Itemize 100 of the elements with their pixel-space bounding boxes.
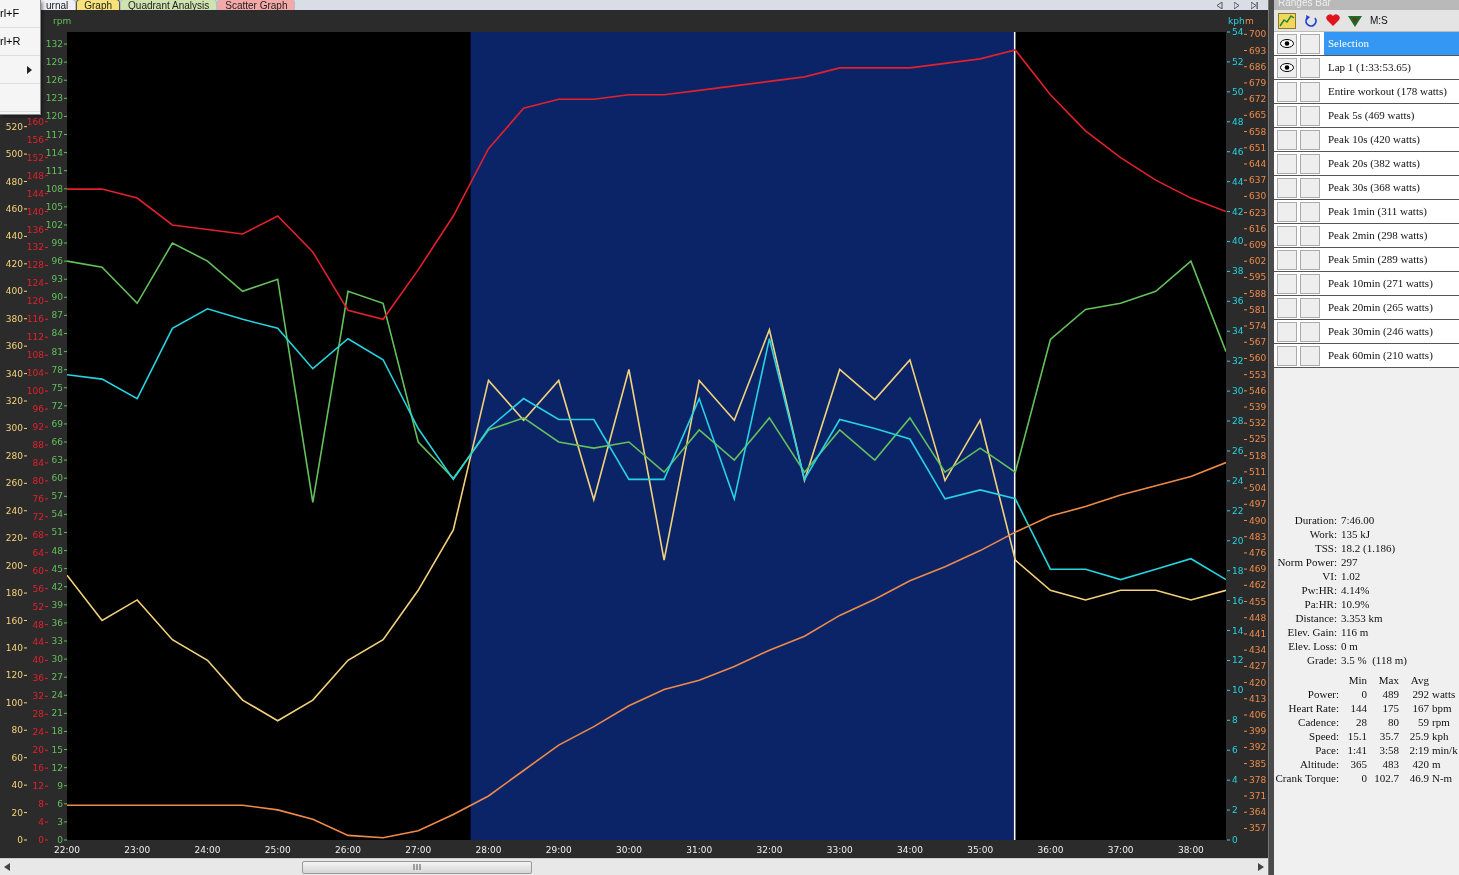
checkbox[interactable] — [1300, 321, 1320, 342]
axis-label: 378 — [1249, 774, 1267, 785]
checkbox[interactable] — [1300, 33, 1320, 54]
axis-label: 434 — [1249, 645, 1267, 656]
axis-label: 455 — [1249, 596, 1267, 607]
axis-label: 497 — [1249, 499, 1267, 510]
visibility-checkbox[interactable] — [1277, 129, 1297, 150]
stat-label: Elev. Loss: — [1287, 639, 1337, 653]
axis-label: 108 — [45, 183, 63, 194]
axis-label: 96 — [32, 404, 44, 415]
axis-label: 420 — [5, 258, 23, 269]
visibility-checkbox[interactable] — [1277, 273, 1297, 294]
checkbox[interactable] — [1300, 129, 1320, 150]
axis-label: 364 — [1249, 807, 1267, 818]
menu-item[interactable]: rl+F — [0, 0, 40, 28]
axis-label: 6 — [57, 798, 63, 809]
axis-label: 8 — [38, 799, 44, 810]
axis-label: 574 — [1249, 321, 1267, 332]
table-cell-text: 102.7 — [1373, 771, 1399, 785]
checkbox[interactable] — [1300, 249, 1320, 270]
axis-label: 672 — [1249, 94, 1267, 105]
menu-item[interactable]: rl+R — [0, 28, 40, 56]
visibility-checkbox[interactable] — [1277, 33, 1297, 54]
visibility-checkbox[interactable] — [1277, 201, 1297, 222]
checkbox[interactable] — [1300, 297, 1320, 318]
checkbox[interactable] — [1300, 345, 1320, 366]
chart-icon[interactable] — [1278, 12, 1296, 29]
axis-label: 42 — [1232, 206, 1244, 217]
checkbox[interactable] — [1300, 153, 1320, 174]
checkbox[interactable] — [1300, 225, 1320, 246]
triangle-icon[interactable] — [1348, 14, 1362, 27]
axis-label: 693 — [1249, 45, 1267, 56]
axis-label: 23:00 — [124, 845, 151, 855]
axis-label: 18 — [1232, 565, 1244, 576]
axis-label: 34:00 — [896, 845, 923, 855]
axis-label: 360 — [5, 341, 23, 352]
axis-label: 567 — [1249, 337, 1267, 348]
axis-label: 539 — [1249, 402, 1267, 413]
axis-label: 111 — [45, 165, 63, 176]
checkbox[interactable] — [1300, 177, 1320, 198]
visibility-checkbox[interactable] — [1277, 153, 1297, 174]
checkbox[interactable] — [1300, 273, 1320, 294]
scroll-right-icon[interactable] — [1258, 863, 1264, 871]
axis-label: 60 — [11, 752, 23, 763]
axis-label: 581 — [1249, 304, 1267, 315]
stat-value: 297 — [1341, 555, 1359, 569]
prev-icon[interactable] — [1217, 1, 1224, 9]
tab[interactable]: urnal — [38, 0, 77, 10]
axis-label: 32 — [1232, 356, 1244, 367]
tab[interactable]: Quadrant Analysis — [120, 0, 218, 10]
axis-label: 546 — [1249, 385, 1267, 396]
axis-label: 651 — [1249, 142, 1267, 153]
visibility-checkbox[interactable] — [1277, 81, 1297, 102]
horizontal-scrollbar[interactable] — [0, 858, 1268, 875]
eye-icon — [1280, 39, 1294, 48]
axis-label: 406 — [1249, 710, 1267, 720]
axis-label: 413 — [1249, 693, 1267, 704]
visibility-checkbox[interactable] — [1277, 321, 1297, 342]
axis-label: 616 — [1249, 223, 1267, 234]
axis-label: 88 — [32, 440, 44, 450]
refresh-icon[interactable] — [1304, 13, 1318, 28]
axis-label: 28:00 — [475, 845, 502, 855]
axis-unit: kph — [1228, 16, 1245, 26]
axis-label: 392 — [1249, 742, 1267, 753]
tab[interactable]: Scatter Graph — [217, 0, 296, 10]
heart-icon[interactable] — [1326, 14, 1340, 27]
visibility-checkbox[interactable] — [1277, 105, 1297, 126]
axis-label: 20 — [11, 807, 23, 818]
checkbox[interactable] — [1300, 57, 1320, 78]
scrollbar-thumb[interactable] — [302, 860, 532, 874]
visibility-checkbox[interactable] — [1277, 225, 1297, 246]
axis-label: 52 — [1232, 56, 1244, 67]
time-format-button[interactable]: M:S — [1370, 13, 1388, 28]
stat-value: 3.5 % (118 m) — [1341, 653, 1408, 667]
next-icon[interactable] — [1234, 1, 1241, 9]
visibility-checkbox[interactable] — [1277, 177, 1297, 198]
axis-label: 39 — [51, 599, 63, 610]
axis-unit: rpm — [53, 16, 72, 26]
visibility-checkbox[interactable] — [1277, 345, 1297, 366]
axis-label: 104 — [26, 368, 44, 379]
stat-label: VI: — [1321, 569, 1337, 583]
table-cell-text: 46.9 — [1408, 771, 1429, 785]
axis-label: 18 — [51, 726, 63, 737]
axis-label: 30 — [51, 654, 63, 665]
last-icon[interactable] — [1251, 1, 1258, 9]
scroll-left-icon[interactable] — [4, 863, 10, 871]
visibility-checkbox[interactable] — [1277, 297, 1297, 318]
axis-label: 665 — [1249, 110, 1267, 121]
table-cell-text: 365 — [1349, 757, 1367, 771]
axis-label: 4 — [1232, 775, 1238, 786]
axis-label: 120 — [45, 111, 63, 122]
checkbox[interactable] — [1300, 105, 1320, 126]
visibility-checkbox[interactable] — [1277, 249, 1297, 270]
axis-label: 132 — [26, 242, 44, 253]
axis-label: 84 — [32, 457, 44, 468]
axis-label: 75 — [51, 382, 63, 393]
visibility-checkbox[interactable] — [1277, 57, 1297, 78]
tab[interactable]: Graph — [76, 0, 121, 10]
checkbox[interactable] — [1300, 201, 1320, 222]
checkbox[interactable] — [1300, 81, 1320, 102]
